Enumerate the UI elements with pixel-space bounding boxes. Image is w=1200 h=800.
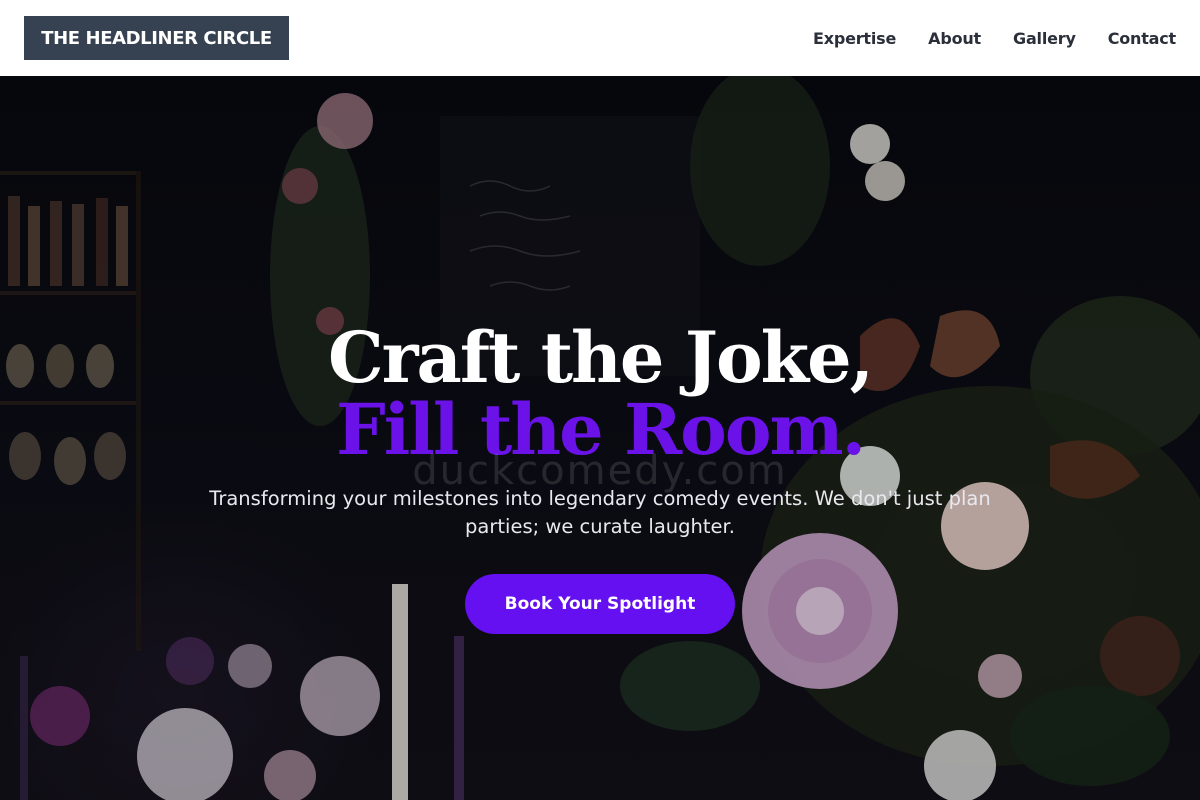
nav-link-gallery[interactable]: Gallery	[1013, 29, 1076, 48]
hero-section: Craft the Joke, Fill the Room. duckcomed…	[0, 76, 1200, 800]
site-logo[interactable]: THE HEADLINER CIRCLE	[24, 16, 289, 60]
nav-link-contact[interactable]: Contact	[1108, 29, 1177, 48]
nav-link-expertise[interactable]: Expertise	[813, 29, 896, 48]
site-header: THE HEADLINER CIRCLE Expertise About Gal…	[0, 0, 1200, 76]
book-spotlight-button[interactable]: Book Your Spotlight	[465, 574, 735, 634]
hero-tagline: Transforming your milestones into legend…	[209, 487, 991, 538]
nav-link-about[interactable]: About	[928, 29, 981, 48]
main-nav: Expertise About Gallery Contact	[813, 29, 1176, 48]
hero-content: Craft the Joke, Fill the Room. duckcomed…	[0, 76, 1200, 800]
